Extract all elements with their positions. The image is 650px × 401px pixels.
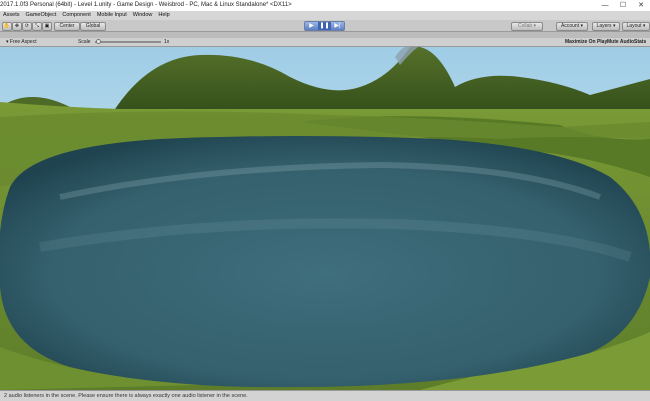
rotate-tool-icon[interactable]: ⟳ — [22, 22, 32, 31]
main-toolbar: ✋ ✥ ⟳ ⤡ ▣ Center Global ▶ ❚❚ ▶| Collab ▾… — [0, 20, 650, 32]
mute-audio-toggle[interactable]: Mute Audio — [607, 38, 634, 46]
collab-button[interactable]: Collab ▾ — [511, 22, 543, 31]
scale-slider-track[interactable] — [95, 41, 161, 43]
game-view-toolbar: ▾ Free Aspect Scale 1x Maximize On Play … — [0, 32, 650, 47]
pivot-center-button[interactable]: Center — [54, 22, 80, 31]
menu-item-gameobject[interactable]: GameObject — [23, 11, 60, 20]
stats-toggle[interactable]: Stats — [634, 38, 646, 46]
global-space-button[interactable]: Global — [80, 22, 106, 31]
menu-item-window[interactable]: Window — [130, 11, 156, 20]
scale-value: 1x — [164, 39, 170, 45]
scale-tool-icon[interactable]: ⤡ — [32, 22, 42, 31]
status-bar: 2 audio listeners in the scene. Please e… — [0, 390, 650, 401]
menu-item-mobile-input[interactable]: Mobile Input — [94, 11, 130, 20]
layout-button[interactable]: Layout ▾ — [622, 22, 650, 31]
menu-item-component[interactable]: Component — [59, 11, 93, 20]
aspect-dropdown[interactable]: ▾ Free Aspect — [6, 38, 37, 46]
maximize-icon[interactable]: ☐ — [614, 0, 632, 11]
window-title: 2017.1.0f3 Personal (64bit) - Level 1.un… — [0, 2, 292, 8]
aspect-label: Free Aspect — [9, 39, 37, 45]
menu-item-help[interactable]: Help — [155, 11, 172, 20]
play-button[interactable]: ▶ — [305, 22, 318, 30]
water-pond — [0, 136, 650, 388]
pause-button[interactable]: ❚❚ — [318, 22, 331, 30]
maximize-on-play-toggle[interactable]: Maximize On Play — [565, 38, 607, 46]
game-viewport[interactable] — [0, 47, 650, 390]
hand-tool-icon[interactable]: ✋ — [2, 22, 12, 31]
step-button[interactable]: ▶| — [331, 22, 344, 30]
account-button[interactable]: Account ▾ — [556, 22, 588, 31]
minimize-icon[interactable]: — — [596, 0, 614, 11]
title-bar: 2017.1.0f3 Personal (64bit) - Level 1.un… — [0, 0, 650, 11]
move-tool-icon[interactable]: ✥ — [12, 22, 22, 31]
scale-label: Scale — [78, 39, 91, 45]
layers-button[interactable]: Layers ▾ — [592, 22, 620, 31]
menu-bar: Assets GameObject Component Mobile Input Win… — [0, 11, 650, 20]
rect-tool-icon[interactable]: ▣ — [42, 22, 52, 31]
menu-item-assets[interactable]: Assets — [0, 11, 23, 20]
game-tab-strip — [0, 32, 650, 38]
scale-slider-handle[interactable] — [96, 39, 102, 44]
play-controls: ▶ ❚❚ ▶| — [304, 21, 345, 31]
close-icon[interactable]: ✕ — [632, 0, 650, 11]
